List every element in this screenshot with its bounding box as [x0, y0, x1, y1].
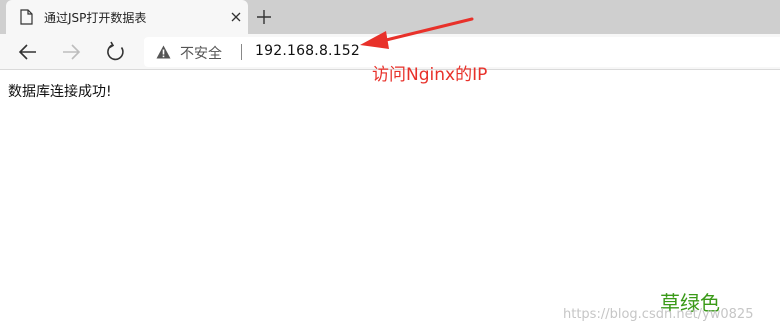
browser-tab[interactable]: 通过JSP打开数据表: [6, 0, 248, 34]
plus-icon[interactable]: [254, 7, 274, 27]
back-arrow-icon[interactable]: [16, 41, 40, 63]
address-separator: [241, 44, 242, 60]
security-label[interactable]: 不安全: [180, 43, 222, 63]
warning-triangle-icon[interactable]: [156, 45, 171, 59]
url-text[interactable]: 192.168.8.152: [255, 43, 360, 59]
watermark: https://blog.csdn.net/yw0825: [563, 307, 754, 322]
annotation-text: 访问Nginx的IP: [372, 65, 488, 85]
connection-message: 数据库连接成功!: [8, 84, 112, 100]
close-icon[interactable]: [228, 9, 244, 25]
page-icon: [20, 9, 33, 25]
tab-title: 通过JSP打开数据表: [44, 11, 147, 25]
annotation-arrow: [360, 17, 474, 49]
forward-arrow-icon[interactable]: [59, 41, 83, 63]
reload-icon[interactable]: [104, 41, 128, 63]
